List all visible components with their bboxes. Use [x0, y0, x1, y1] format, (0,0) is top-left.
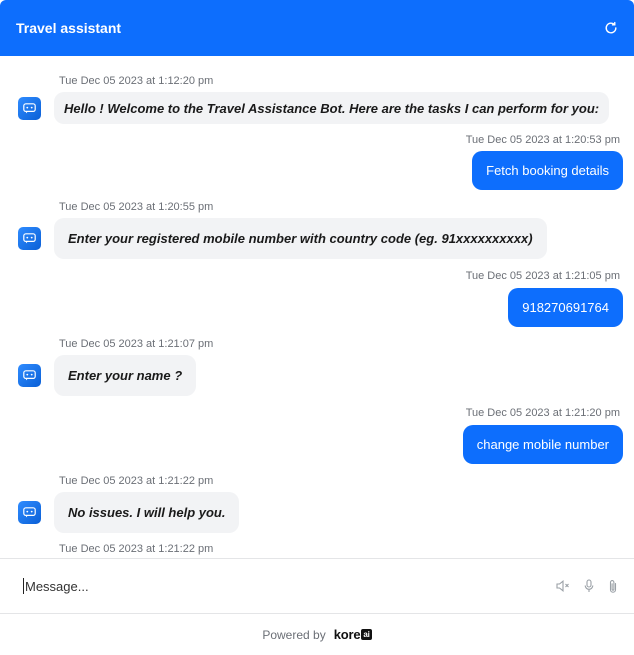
attachment-icon[interactable] [608, 579, 618, 594]
message-timestamp: Tue Dec 05 2023 at 1:21:22 pm [59, 543, 214, 555]
bot-message-bubble: No issues. I will help you. [54, 492, 240, 533]
user-message-bubble: 918270691764 [508, 288, 623, 327]
message-timestamp: Tue Dec 05 2023 at 1:21:07 pm [59, 338, 214, 350]
bot-message: Enter your registered mobile number with… [18, 218, 547, 259]
message-timestamp: Tue Dec 05 2023 at 1:20:53 pm [465, 134, 620, 146]
message-timestamp: Tue Dec 05 2023 at 1:21:05 pm [465, 270, 620, 282]
bot-avatar-icon [18, 227, 41, 250]
user-message-bubble: change mobile number [462, 425, 623, 464]
refresh-icon[interactable] [602, 19, 620, 37]
bot-message: No issues. I will help you. [18, 492, 240, 533]
message-input[interactable] [23, 578, 556, 594]
bot-message-bubble: Hello ! Welcome to the Travel Assistance… [54, 92, 610, 124]
bot-message-bubble: Enter your registered mobile number with… [54, 218, 547, 259]
logo-suffix: ai [361, 629, 372, 640]
chat-header: Travel assistant [0, 0, 634, 56]
speaker-mute-icon[interactable] [556, 580, 570, 592]
powered-by-label: Powered by [262, 627, 326, 642]
bot-message: Enter your name ? [18, 355, 197, 396]
microphone-icon[interactable] [584, 579, 594, 593]
bot-avatar-icon [18, 96, 41, 120]
bot-message: Hello ! Welcome to the Travel Assistance… [18, 92, 610, 124]
logo-text: kore [333, 627, 361, 642]
message-timestamp: Tue Dec 05 2023 at 1:21:22 pm [59, 475, 214, 487]
user-message-bubble: Fetch booking details [472, 151, 623, 190]
bot-message-bubble: Enter your name ? [54, 355, 197, 396]
bot-avatar-icon [18, 364, 41, 387]
kore-ai-logo: kore ai [334, 627, 372, 642]
footer: Powered by kore ai [0, 614, 634, 655]
message-list[interactable]: Tue Dec 05 2023 at 1:12:20 pm Hello ! We… [0, 56, 634, 558]
bot-avatar-icon [18, 501, 41, 524]
chat-title: Travel assistant [16, 20, 122, 36]
message-composer [0, 558, 634, 614]
message-timestamp: Tue Dec 05 2023 at 1:21:20 pm [465, 407, 620, 419]
message-timestamp: Tue Dec 05 2023 at 1:12:20 pm [59, 75, 214, 87]
message-timestamp: Tue Dec 05 2023 at 1:20:55 pm [59, 201, 214, 213]
